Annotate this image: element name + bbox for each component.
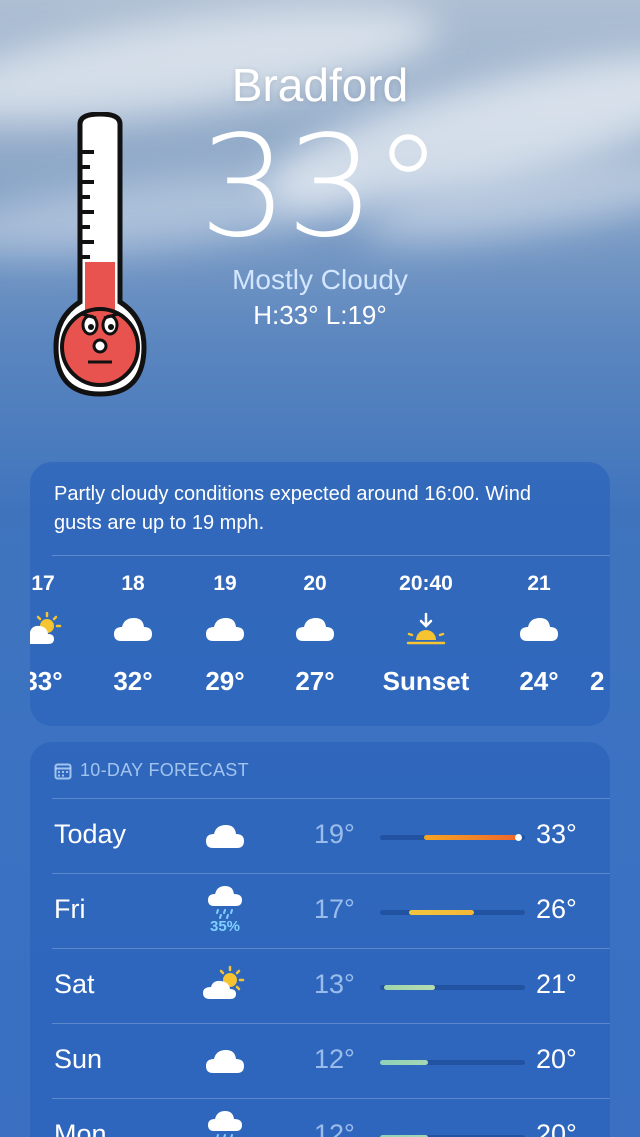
cloud-icon	[88, 604, 178, 654]
forecast-row-mon[interactable]: Mon 12° 20°	[30, 1099, 610, 1137]
cloud-icon	[200, 823, 250, 878]
rain-cloud-icon	[200, 1109, 250, 1137]
forecast-header: 10-DAY FORECAST	[54, 760, 249, 781]
hour-item: 21 24°	[494, 572, 584, 697]
hourly-forecast-card[interactable]: Partly cloudy conditions expected around…	[30, 462, 610, 726]
hour-item: 18 32°	[88, 572, 178, 697]
forecast-row-today[interactable]: Today 19° 33°	[30, 799, 610, 874]
forecast-row-sat[interactable]: Sat 13° 21°	[30, 949, 610, 1024]
temperature-range-bar	[380, 1060, 525, 1065]
cloud-icon	[200, 1048, 250, 1103]
calendar-icon	[54, 763, 72, 779]
cloud-icon	[494, 604, 584, 654]
divider	[52, 555, 610, 556]
partly-sunny-icon	[200, 965, 250, 1020]
partly-sunny-icon	[30, 604, 88, 654]
temperature-range-bar	[380, 910, 525, 915]
hourly-summary: Partly cloudy conditions expected around…	[54, 483, 531, 534]
temperature-range-bar	[380, 834, 525, 841]
forecast-row-fri[interactable]: Fri 35% 17° 26°	[30, 874, 610, 949]
city-name: Bradford	[231, 59, 409, 111]
hour-item: 17 33°	[30, 572, 88, 697]
temperature-range-bar	[380, 985, 525, 990]
hour-item: 20 27°	[270, 572, 360, 697]
precipitation-chance: 35%	[209, 918, 241, 935]
forecast-row-sun[interactable]: Sun 12° 20°	[30, 1024, 610, 1099]
hour-item-partial: 2	[590, 666, 605, 696]
hour-item-sunset: 20:40 Sunset	[366, 572, 486, 697]
hourly-scroller[interactable]: 17 33° 18 32° 19 29° 20 27° 20:40 Sunset…	[30, 572, 610, 712]
cloud-icon	[180, 604, 270, 654]
hour-item: 19 29°	[180, 572, 270, 697]
ten-day-forecast-card[interactable]: 10-DAY FORECAST Today 19° 33° Fri 35% 17…	[30, 742, 610, 1137]
thermometer-sticker-icon	[53, 112, 147, 397]
cloud-icon	[270, 604, 360, 654]
sunset-icon	[366, 604, 486, 654]
rain-cloud-icon: 35%	[200, 884, 250, 939]
